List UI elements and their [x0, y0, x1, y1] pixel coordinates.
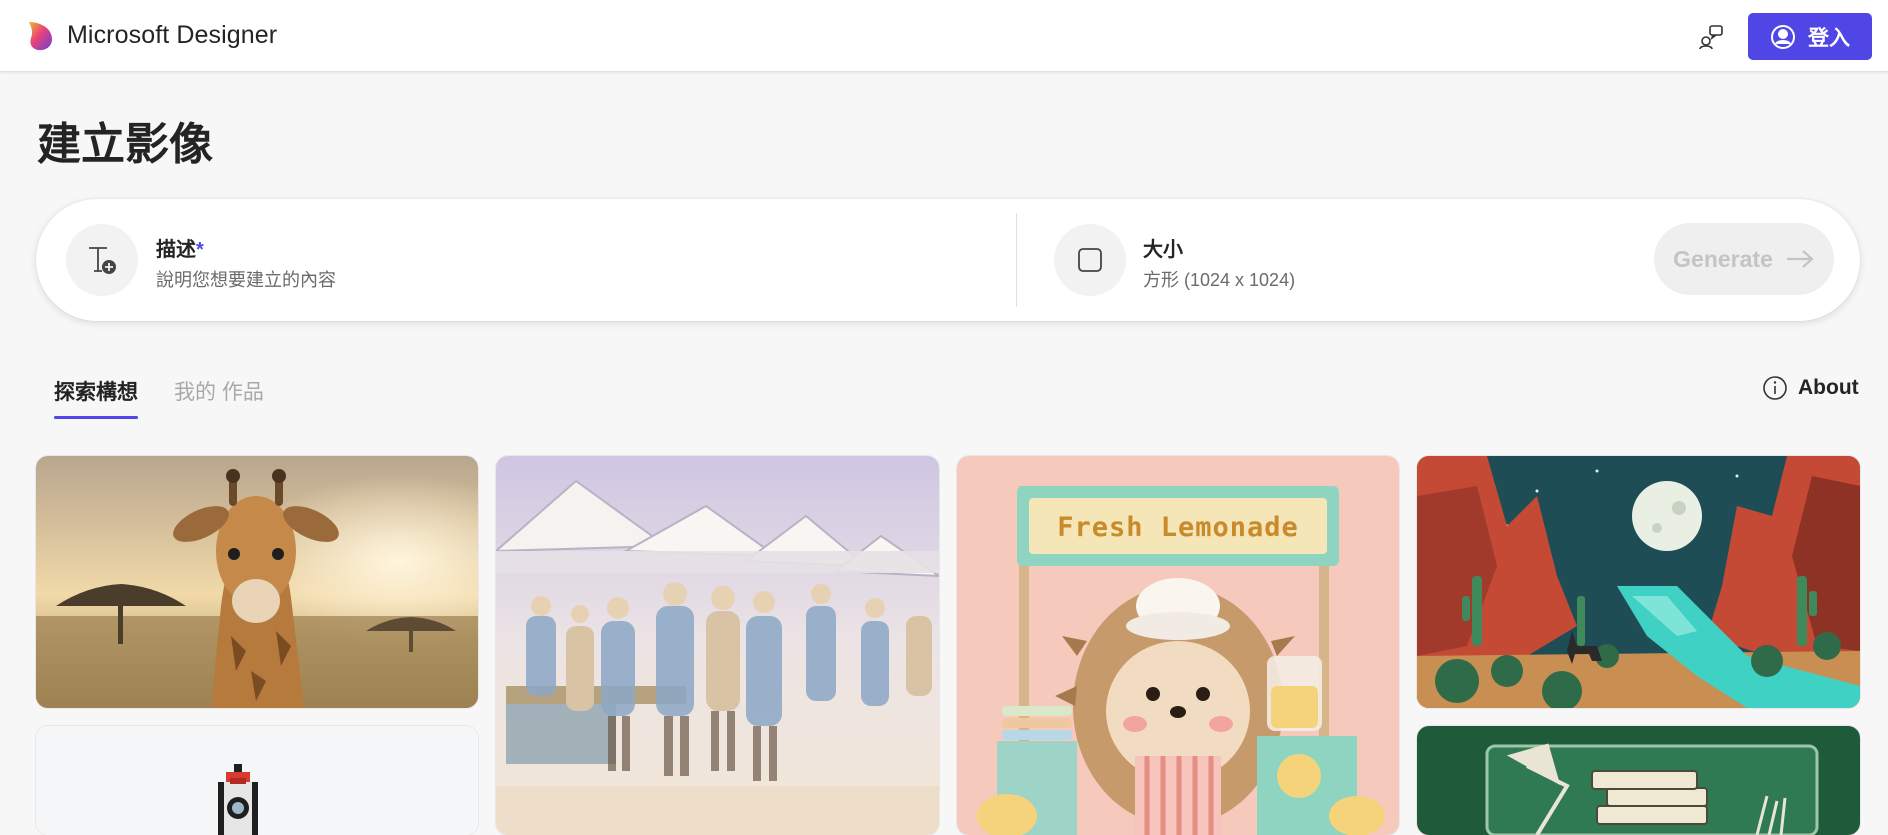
help-chat-icon	[1699, 25, 1723, 50]
required-marker: *	[196, 239, 204, 261]
generate-label: Generate	[1673, 245, 1773, 272]
tab-my-creations[interactable]: 我的 作品	[174, 376, 264, 406]
text-add-icon	[89, 247, 116, 274]
sign-in-button[interactable]: 登入	[1748, 13, 1872, 60]
gallery-card-study[interactable]	[1417, 726, 1860, 835]
gallery-card-rocket[interactable]	[36, 726, 478, 835]
gallery-card-market[interactable]	[496, 456, 939, 835]
info-icon	[1763, 376, 1787, 400]
lemonade-sign-text: Fresh Lemonade	[1057, 512, 1299, 543]
study-image	[1417, 726, 1860, 835]
arrow-right-icon	[1786, 250, 1814, 268]
gallery-card-giraffe[interactable]	[36, 456, 478, 708]
description-input[interactable]: 說明您想要建立的內容	[156, 266, 336, 292]
help-chat-button[interactable]	[1694, 20, 1728, 54]
description-label: 描述*	[156, 233, 204, 262]
active-tab-indicator	[54, 416, 138, 419]
description-icon-button[interactable]	[66, 224, 138, 296]
size-icon-button[interactable]	[1054, 224, 1126, 296]
about-label: About	[1798, 376, 1859, 399]
generate-button[interactable]: Generate	[1654, 223, 1834, 295]
lemonade-image: Fresh Lemonade	[957, 456, 1399, 835]
description-label-text: 描述	[156, 239, 196, 261]
gallery-card-lemonade[interactable]: Fresh Lemonade	[957, 456, 1399, 835]
brand-name[interactable]: Microsoft Designer	[67, 21, 277, 50]
canyon-image	[1417, 456, 1860, 708]
prompt-bar: 描述* 說明您想要建立的內容 大小 方形 (1024 x 1024) Gener…	[36, 199, 1860, 321]
sign-in-label: 登入	[1808, 26, 1850, 50]
prompt-divider	[1016, 213, 1017, 307]
giraffe-image	[36, 456, 478, 708]
top-bar: Microsoft Designer 登入	[0, 0, 1888, 72]
size-label: 大小	[1143, 239, 1183, 261]
market-image	[496, 456, 939, 835]
about-link[interactable]: About	[1762, 375, 1859, 401]
page-title: 建立影像	[37, 120, 213, 169]
account-circle-icon	[1771, 24, 1795, 49]
designer-logo-icon[interactable]	[26, 20, 56, 52]
size-selector[interactable]: 方形 (1024 x 1024)	[1143, 266, 1295, 292]
gallery-card-canyon[interactable]	[1417, 456, 1860, 708]
tab-explore-ideas[interactable]: 探索構想	[54, 376, 138, 406]
rocket-image	[36, 726, 478, 835]
square-icon	[1078, 248, 1102, 272]
